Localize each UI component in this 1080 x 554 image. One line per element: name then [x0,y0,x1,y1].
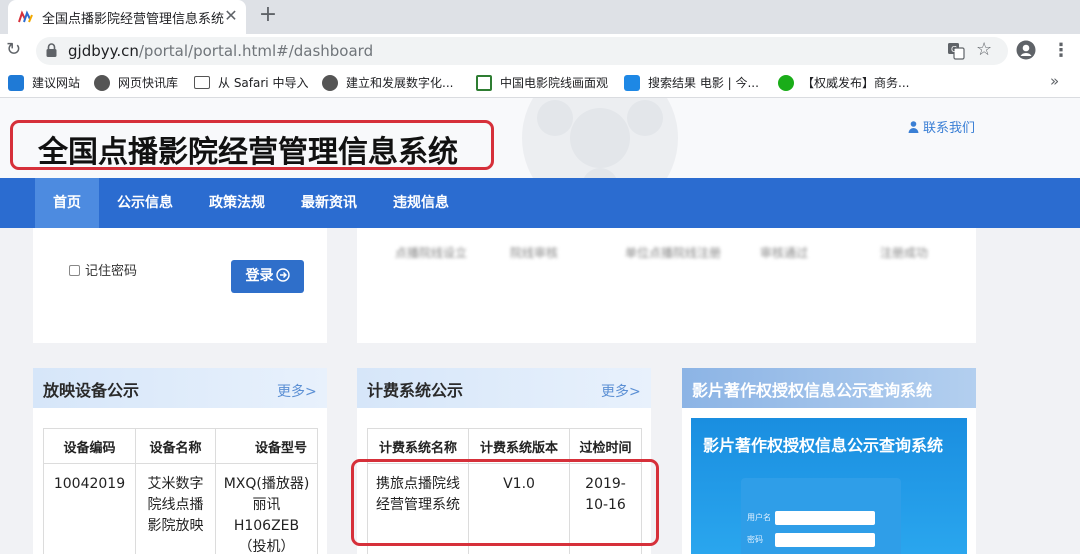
bookmark-label: 建立和发展数字化... [346,76,454,90]
wechat-icon [778,75,794,91]
process-step: 审核通过 [760,246,809,260]
main-nav: 首页 公示信息 政策法规 最新资讯 违规信息 [0,178,1080,228]
bookmark-item[interactable]: 建立和发展数字化... [322,74,453,91]
card-title: 影片著作权授权信息公示查询系统 [692,381,933,400]
bookmark-item[interactable]: 网页快讯库 [94,74,178,91]
card-title: 计费系统公示 [367,381,464,400]
nav-item-public-info[interactable]: 公示信息 [109,178,181,228]
reload-icon[interactable]: ↻ [6,39,21,60]
card-header: 计费系统公示 更多> [357,368,651,408]
globe-icon [322,75,338,91]
site-title-highlight: 全国点播影院经营管理信息系统 [10,120,494,170]
column-header: 设备编码 [43,428,136,464]
site-header: 全国点播影院经营管理信息系统 联系我们 [0,98,1080,178]
bookmark-star-icon[interactable]: ☆ [976,39,992,60]
equipment-table: 设备编码 设备名称 设备型号 10042019 艾米数字院线点播影院放映 MXQ… [43,428,318,554]
lock-icon[interactable] [46,43,57,57]
translate-icon[interactable]: G [946,41,966,61]
bookmark-label: 【权威发布】商务... [802,76,910,90]
bookmark-label: 建议网站 [32,76,81,90]
copyright-query-banner[interactable]: 影片著作权授权信息公示查询系统 用户名 密码 [691,418,967,554]
contact-us-link[interactable]: 联系我们 [908,117,975,136]
card-header: 影片著作权授权信息公示查询系统 [682,368,976,408]
login-button-label: 登录 [245,268,274,284]
bookmark-label: 从 Safari 中导入 [218,76,309,90]
bookmark-label: 中国电影院线画面观 [500,76,609,90]
browser-tab[interactable]: 全国点播影院经营管理信息系统 ✕ [8,0,246,34]
process-step: 单位点播院线注册 [625,246,722,260]
browser-tab-strip: 全国点播影院经营管理信息系统 ✕ + [0,0,1080,34]
bookmark-item[interactable]: 建议网站 [8,74,80,91]
process-step: 点播院线设立 [395,246,468,260]
url-path: /portal/portal.html#/dashboard [138,42,374,60]
field-label: 密码 [747,535,763,544]
field-label: 用户名 [747,513,771,522]
process-step: 注册成功 [880,246,929,260]
arrow-right-circle-icon [275,268,290,282]
bookmarks-overflow-icon[interactable]: » [1050,72,1059,90]
username-field-preview [775,511,875,525]
table-cell: MXQ(播放器) 丽讯H106ZEB（投机） [215,463,318,554]
card-title: 放映设备公示 [43,381,140,400]
password-field-preview [775,533,875,547]
login-panel: 记住密码 登录 [33,228,327,343]
bookmark-label: 网页快讯库 [118,76,179,90]
site-favicon-icon [18,10,33,23]
table-cell: 10042019 [43,463,136,554]
column-header: 设备名称 [135,428,216,464]
url-text[interactable]: gjdbyy.cn/portal/portal.html#/dashboard [68,42,373,60]
browser-menu-icon[interactable]: ⋮ [1052,41,1070,61]
banner-login-preview: 用户名 密码 [741,478,901,554]
globe-icon [94,75,110,91]
card-header: 放映设备公示 更多> [33,368,327,408]
folder-icon [194,76,210,89]
process-step: 院线审核 [510,246,559,260]
bing-icon [8,75,24,91]
process-steps-panel: 点播院线设立 院线审核 单位点播院线注册 审核通过 注册成功 [357,228,976,343]
new-tab-button[interactable]: + [258,2,278,27]
tab-title: 全国点播影院经营管理信息系统 [42,12,225,27]
banner-title: 影片著作权授权信息公示查询系统 [703,436,944,455]
copyright-query-card: 影片著作权授权信息公示查询系统 影片著作权授权信息公示查询系统 用户名 密码 [682,368,976,554]
bookmark-label: 搜索结果 电影 | 今... [648,76,759,90]
address-bar[interactable]: gjdbyy.cn/portal/portal.html#/dashboard … [36,37,1008,65]
film-icon [476,75,492,91]
remember-password-checkbox[interactable] [69,265,80,276]
su-icon [624,75,640,91]
url-host: gjdbyy.cn [68,42,139,60]
bookmark-item[interactable]: 中国电影院线画面观 [476,74,608,91]
equipment-notice-card: 放映设备公示 更多> 设备编码 设备名称 设备型号 10042019 艾米数字院… [33,368,327,554]
bookmarks-bar: 建议网站 网页快讯库 从 Safari 中导入 建立和发展数字化... 中国电影… [0,68,1080,98]
close-tab-icon[interactable]: ✕ [222,6,240,25]
more-link[interactable]: 更多> [601,381,641,401]
table-cell: 艾米数字院线点播影院放映 [135,463,216,554]
person-icon [908,121,919,133]
site-title: 全国点播影院经营管理信息系统 [38,135,458,170]
nav-item-violations[interactable]: 违规信息 [385,178,457,228]
contact-us-label: 联系我们 [923,121,976,136]
more-link[interactable]: 更多> [277,381,317,401]
billing-row-highlight [351,459,659,546]
nav-item-policy[interactable]: 政策法规 [201,178,273,228]
login-button[interactable]: 登录 [231,260,304,293]
bookmark-item[interactable]: 从 Safari 中导入 [194,74,308,91]
browser-toolbar: ↻ gjdbyy.cn/portal/portal.html#/dashboar… [0,34,1080,68]
bookmark-item[interactable]: 【权威发布】商务... [778,74,909,91]
svg-text:G: G [951,45,957,54]
film-reel-decoration [522,98,678,178]
bookmark-item[interactable]: 搜索结果 电影 | 今... [624,74,759,91]
column-header: 设备型号 [215,428,318,464]
nav-item-news[interactable]: 最新资讯 [293,178,365,228]
profile-avatar-icon[interactable] [1016,40,1036,60]
nav-item-home[interactable]: 首页 [35,178,99,228]
table-row[interactable]: 10042019 艾米数字院线点播影院放映 MXQ(播放器) 丽讯H106ZEB… [43,463,318,554]
remember-password-label[interactable]: 记住密码 [85,260,137,279]
